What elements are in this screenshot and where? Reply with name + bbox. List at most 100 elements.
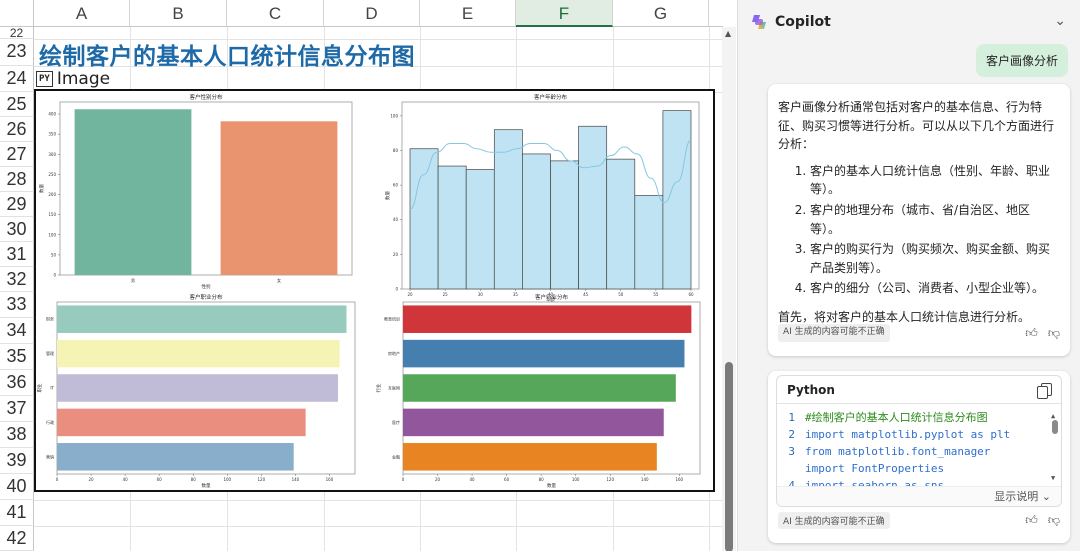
gridline-h bbox=[34, 500, 724, 501]
x-tick-label: 60 bbox=[157, 477, 163, 482]
row-header-42[interactable]: 42 bbox=[0, 526, 34, 551]
x-tick-label: 45 bbox=[583, 292, 589, 297]
x-tick-label: 35 bbox=[513, 292, 519, 297]
row-header-35[interactable]: 35 bbox=[0, 344, 34, 370]
row-header-23[interactable]: 23 bbox=[0, 39, 34, 66]
bar bbox=[57, 339, 340, 368]
code-scrollbar[interactable]: ▲ ▼ bbox=[1051, 408, 1059, 482]
column-header-e[interactable]: E bbox=[420, 0, 516, 27]
row-header-30[interactable]: 30 bbox=[0, 217, 34, 242]
row-header-40[interactable]: 40 bbox=[0, 474, 34, 500]
python-chart-image[interactable]: 客户性别分布 0 50 100 150 200 250 300 350 400 男女性别 数量 客户年龄… bbox=[34, 89, 715, 492]
x-tick-label: 40 bbox=[123, 477, 129, 482]
scroll-up-arrow-icon[interactable]: ▲ bbox=[725, 29, 731, 38]
x-tick-label: 50 bbox=[618, 292, 624, 297]
image-cell-label: Image bbox=[56, 69, 111, 89]
code-text: from matplotlib.font_manager bbox=[805, 445, 991, 458]
x-tick-label: 120 bbox=[606, 477, 614, 482]
y-tick-label: 金融 bbox=[392, 453, 400, 459]
bar bbox=[57, 305, 347, 333]
row-header-36[interactable]: 36 bbox=[0, 370, 34, 396]
row-header-39[interactable]: 39 bbox=[0, 448, 34, 474]
y-axis-label: 数量 bbox=[384, 191, 391, 200]
bar bbox=[403, 408, 664, 437]
sheet-title-cell[interactable]: 绘制客户的基本人口统计信息分布图 bbox=[39, 37, 415, 71]
y-tick-label: 房地产 bbox=[388, 350, 400, 356]
code-body[interactable]: 1 #绘制客户的基本人口统计信息分布图 2 import matplotlib.… bbox=[777, 404, 1061, 486]
code-text: import matplotlib.pyplot as plt bbox=[805, 428, 1011, 441]
row-header-25[interactable]: 25 bbox=[0, 92, 34, 117]
column-header-h-partial[interactable] bbox=[709, 0, 723, 27]
row-header-24[interactable]: 24 bbox=[0, 66, 34, 92]
y-tick-label: 100 bbox=[48, 232, 56, 237]
y-tick-label: 250 bbox=[48, 172, 56, 177]
y-tick-label: 300 bbox=[48, 152, 56, 157]
x-tick-label: 55 bbox=[653, 292, 659, 297]
line-number bbox=[777, 460, 805, 477]
column-header-a[interactable]: A bbox=[34, 0, 130, 27]
code-scroll-thumb[interactable] bbox=[1052, 420, 1058, 434]
code-line: 3 from matplotlib.font_manager bbox=[777, 443, 1061, 460]
bar bbox=[403, 305, 692, 333]
x-tick-label: 160 bbox=[675, 477, 683, 482]
y-tick-label: 教育培训 bbox=[384, 316, 400, 322]
user-message-bubble: 客户画像分析 bbox=[975, 44, 1068, 77]
column-header-d[interactable]: D bbox=[324, 0, 420, 27]
sheet-scroll-thumb[interactable] bbox=[725, 362, 733, 551]
column-header-g[interactable]: G bbox=[613, 0, 709, 27]
answer-list-item: 客户的地理分布（城市、省/自治区、地区等）。 bbox=[810, 201, 1060, 238]
copilot-title: Copilot bbox=[775, 14, 831, 30]
x-tick-label: 女 bbox=[277, 277, 281, 283]
thumbs-up-icon[interactable]: 👍︎ bbox=[1025, 513, 1038, 528]
row-header-41[interactable]: 41 bbox=[0, 500, 34, 526]
bar bbox=[57, 443, 294, 471]
row-header-29[interactable]: 29 bbox=[0, 192, 34, 217]
bar bbox=[74, 109, 192, 276]
bar bbox=[57, 408, 306, 437]
row-header-28[interactable]: 28 bbox=[0, 167, 34, 192]
row-header-37[interactable]: 37 bbox=[0, 396, 34, 422]
scroll-down-arrow-icon[interactable]: ▼ bbox=[1051, 470, 1055, 486]
answer-list-item: 客户的细分（公司、消费者、小型企业等）。 bbox=[810, 279, 1060, 298]
code-language-label: Python bbox=[787, 382, 835, 397]
row-header-32[interactable]: 32 bbox=[0, 267, 34, 292]
answer-list-item: 客户的购买行为（购买频次、购买金额、购买产品类别等）。 bbox=[810, 240, 1060, 277]
thumbs-up-icon[interactable]: 👍︎ bbox=[1025, 324, 1038, 343]
histogram-bar bbox=[409, 148, 439, 290]
y-tick-label: 互联网 bbox=[388, 385, 400, 391]
row-header-22[interactable]: 22 bbox=[0, 27, 34, 39]
thumbs-down-icon[interactable]: 👎︎ bbox=[1048, 513, 1060, 528]
code-text: #绘制客户的基本人口统计信息分布图 bbox=[805, 411, 988, 424]
row-header-33[interactable]: 33 bbox=[0, 292, 34, 318]
x-tick-label: 60 bbox=[504, 477, 510, 482]
row-header-31[interactable]: 31 bbox=[0, 242, 34, 267]
chevron-down-icon: ⌄ bbox=[1041, 490, 1051, 503]
show-explanation-button[interactable]: 显示说明 ⌄ bbox=[777, 486, 1061, 506]
copy-icon[interactable] bbox=[1037, 382, 1052, 399]
x-tick-label: 40 bbox=[470, 477, 476, 482]
chevron-down-icon[interactable]: ⌄ bbox=[1054, 13, 1066, 29]
column-header-f[interactable]: F bbox=[516, 0, 613, 27]
thumbs-down-icon[interactable]: 👎︎ bbox=[1048, 324, 1060, 343]
row-header-27[interactable]: 27 bbox=[0, 142, 34, 167]
y-tick-label: 100 bbox=[390, 113, 398, 118]
column-header-b[interactable]: B bbox=[130, 0, 227, 27]
code-line: 1 #绘制客户的基本人口统计信息分布图 bbox=[777, 409, 1061, 426]
x-axis-label: 数量 bbox=[547, 482, 556, 489]
row-header-26[interactable]: 26 bbox=[0, 117, 34, 142]
bar bbox=[57, 374, 338, 402]
code-response-card: Python 1 #绘制客户的基本人口统计信息分布图 2 import matp… bbox=[768, 371, 1070, 543]
histogram-bar bbox=[578, 125, 608, 290]
ai-disclaimer-badge: AI 生成的内容可能不正确 bbox=[778, 511, 890, 529]
y-tick-label: 50 bbox=[51, 252, 57, 257]
select-all-corner[interactable] bbox=[0, 0, 34, 27]
row-header-38[interactable]: 38 bbox=[0, 422, 34, 448]
chart-title: 客户年龄分布 bbox=[534, 93, 568, 101]
column-header-c[interactable]: C bbox=[227, 0, 324, 27]
x-tick-label: 25 bbox=[443, 292, 449, 297]
sheet-vertical-scrollbar[interactable]: ▲ bbox=[722, 27, 736, 551]
image-cell[interactable]: PY Image bbox=[36, 69, 110, 89]
row-header-34[interactable]: 34 bbox=[0, 318, 34, 344]
y-tick-label: 20 bbox=[393, 252, 399, 257]
y-axis-label: 行业 bbox=[375, 383, 382, 392]
